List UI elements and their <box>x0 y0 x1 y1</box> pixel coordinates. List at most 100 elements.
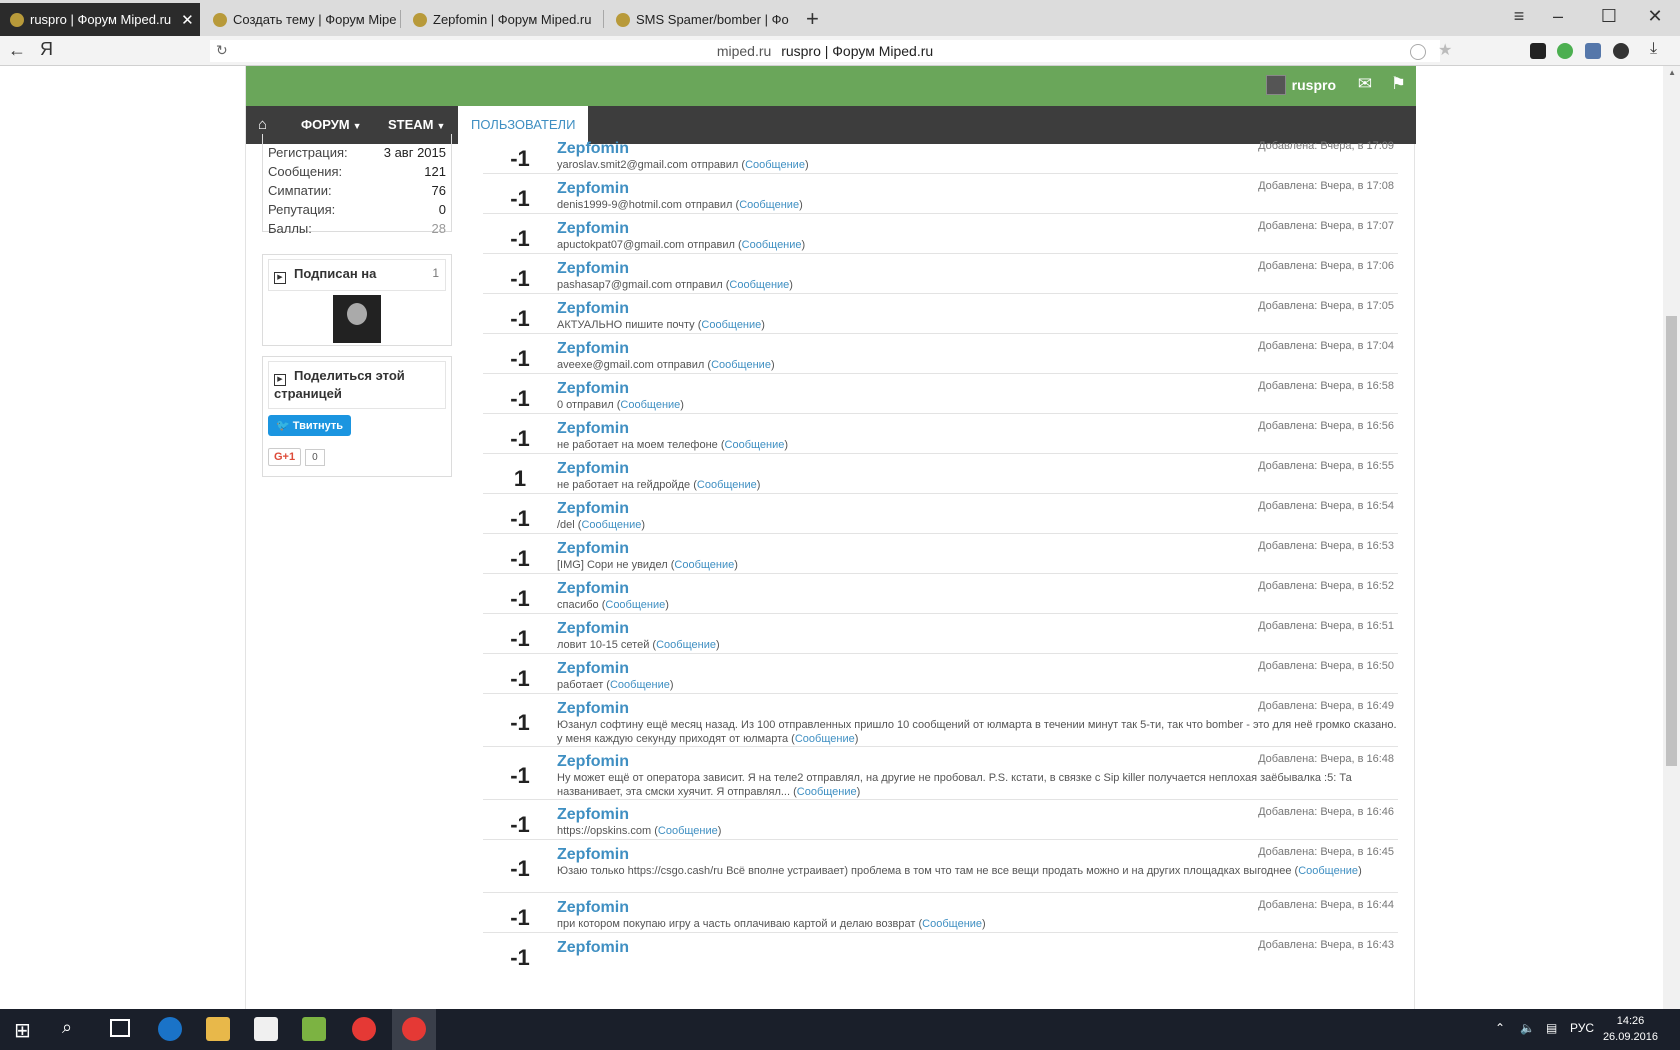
rep-post-link[interactable]: Сообщение <box>742 239 802 251</box>
rep-user-link[interactable]: Zepfomin <box>557 846 629 864</box>
tray-expand-icon[interactable]: ⌃ <box>1495 1021 1505 1035</box>
tab-sms-spamer[interactable]: SMS Spamer/bomber | Фо <box>606 3 796 36</box>
profile-stats: Регистрация: 3 авг 2015 Сообщения: 121 Сим… <box>262 134 452 236</box>
tab-zepfomin[interactable]: Zepfomin | Форум Miped.ru <box>403 3 603 36</box>
followed-user-avatar[interactable] <box>333 295 381 343</box>
tab-create-topic[interactable]: Создать тему | Форум Mipe <box>203 3 398 36</box>
rep-user-link[interactable]: Zepfomin <box>557 753 629 771</box>
stat-label: Репутация: <box>268 202 336 217</box>
download-icon[interactable]: ⤓ <box>1650 40 1657 58</box>
search-icon[interactable]: ⌕ <box>62 1017 72 1038</box>
nav-users[interactable]: ПОЛЬЗОВАТЕЛИ <box>458 106 589 144</box>
following-title: Подписан на <box>294 266 377 281</box>
close-window-icon[interactable]: ✕ <box>1640 6 1670 27</box>
edge-browser-icon[interactable] <box>158 1017 182 1041</box>
tweet-button[interactable]: 🐦 Твитнуть <box>268 415 352 436</box>
list-item: -1 Zepfomin Добавлена: Вчера, в 16:43 <box>483 939 1398 973</box>
tab-ruspro[interactable]: ruspro | Форум Miped.ru ✕ <box>0 3 200 36</box>
system-clock[interactable]: 14:26 26.09.2016 <box>1603 1013 1658 1045</box>
rep-post-link[interactable]: Сообщение <box>711 359 771 371</box>
url-field[interactable]: ↻ miped.ru ruspro | Форум Miped.ru <box>210 40 1440 62</box>
avatar <box>1265 75 1286 95</box>
envelope-icon[interactable]: ✉ <box>1358 74 1372 94</box>
new-tab-button[interactable]: + <box>806 6 819 32</box>
rep-post-link[interactable]: Сообщение <box>620 399 680 411</box>
rep-post-link[interactable]: Сообщение <box>725 439 785 451</box>
rep-user-link[interactable]: Zepfomin <box>557 660 629 678</box>
rep-post-link[interactable]: Сообщение <box>729 279 789 291</box>
rep-date: Добавлена: Вчера, в 16:46 <box>1258 806 1394 818</box>
flag-icon[interactable]: ⚑ <box>1391 74 1406 94</box>
extension-incognito-icon[interactable] <box>1585 43 1601 59</box>
rep-post-link[interactable]: Сообщение <box>605 599 665 611</box>
rep-user-link[interactable]: Zepfomin <box>557 380 629 398</box>
site-header: ruspro ✉ ⚑ <box>246 66 1416 106</box>
rep-user-link[interactable]: Zepfomin <box>557 580 629 598</box>
rep-post-link[interactable]: Сообщение <box>739 199 799 211</box>
rep-post-link[interactable]: Сообщение <box>701 319 761 331</box>
rep-user-link[interactable]: Zepfomin <box>557 620 629 638</box>
rep-post-link[interactable]: Сообщение <box>658 825 718 837</box>
volume-icon[interactable]: 🔈 <box>1520 1021 1535 1035</box>
notifications-icon[interactable]: ▤ <box>1546 1021 1557 1035</box>
site-favicon-icon <box>413 12 427 27</box>
rep-user-link[interactable]: Zepfomin <box>557 700 629 718</box>
page-scrollbar[interactable]: ▲ <box>1663 66 1680 1009</box>
stat-label: Регистрация: <box>268 145 348 160</box>
bluestacks-icon[interactable] <box>302 1017 326 1041</box>
minimize-icon[interactable]: – <box>1543 6 1573 27</box>
back-arrow-icon[interactable]: ← <box>8 40 26 61</box>
rep-date: Добавлена: Вчера, в 16:48 <box>1258 753 1394 765</box>
rep-score: -1 <box>510 386 530 411</box>
file-explorer-icon[interactable] <box>206 1017 230 1041</box>
extension-adblock-icon[interactable] <box>1530 43 1546 59</box>
rep-user-link[interactable]: Zepfomin <box>557 180 629 198</box>
store-icon[interactable] <box>254 1017 278 1041</box>
input-language[interactable]: РУС <box>1570 1021 1594 1035</box>
rep-user-link[interactable]: Zepfomin <box>557 260 629 278</box>
bookmark-star-icon[interactable]: ★ <box>1438 40 1452 60</box>
rep-user-link[interactable]: Zepfomin <box>557 420 629 438</box>
rep-post-link[interactable]: Сообщение <box>797 786 857 798</box>
rep-user-link[interactable]: Zepfomin <box>557 899 629 917</box>
scroll-thumb[interactable] <box>1666 316 1677 766</box>
extension-location-icon[interactable] <box>1613 43 1629 59</box>
rep-user-link[interactable]: Zepfomin <box>557 300 629 318</box>
rep-user-link[interactable]: Zepfomin <box>557 140 629 158</box>
rep-post-link[interactable]: Сообщение <box>795 733 855 745</box>
rep-user-link[interactable]: Zepfomin <box>557 806 629 824</box>
rep-post-link[interactable]: Сообщение <box>656 639 716 651</box>
close-tab-icon[interactable]: ✕ <box>181 11 194 29</box>
chrome-icon[interactable] <box>352 1017 376 1041</box>
maximize-icon[interactable]: ☐ <box>1594 6 1624 27</box>
yandex-browser-icon[interactable] <box>402 1017 426 1041</box>
rep-text: /del <box>557 519 575 531</box>
list-item: -1 Zepfomin 0 отправил (Сообщение) Добав… <box>483 380 1398 414</box>
yandex-logo-icon[interactable]: Я <box>40 39 53 60</box>
rep-post-link[interactable]: Сообщение <box>581 519 641 531</box>
protect-icon[interactable] <box>1410 44 1426 60</box>
rep-user-link[interactable]: Zepfomin <box>557 540 629 558</box>
gplus-button[interactable]: G+1 <box>268 448 302 466</box>
rep-user-link[interactable]: Zepfomin <box>557 939 629 957</box>
windows-start-icon[interactable]: ⊞ <box>14 1018 31 1043</box>
rep-user-link[interactable]: Zepfomin <box>557 460 629 478</box>
list-item: -1 Zepfomin работает (Сообщение) Добавле… <box>483 660 1398 694</box>
rep-post-link[interactable]: Сообщение <box>1298 865 1358 877</box>
task-view-icon[interactable] <box>110 1019 130 1037</box>
rep-score: -1 <box>510 426 530 451</box>
rep-user-link[interactable]: Zepfomin <box>557 500 629 518</box>
scroll-up-icon[interactable]: ▲ <box>1668 68 1676 77</box>
rep-message: ловит 10-15 сетей (Сообщение) <box>557 639 720 651</box>
rep-post-link[interactable]: Сообщение <box>745 159 805 171</box>
rep-post-link[interactable]: Сообщение <box>697 479 757 491</box>
nav-steam-label: STEAM <box>388 117 434 132</box>
rep-post-link[interactable]: Сообщение <box>922 918 982 930</box>
rep-user-link[interactable]: Zepfomin <box>557 220 629 238</box>
rep-user-link[interactable]: Zepfomin <box>557 340 629 358</box>
menu-icon[interactable]: ≡ <box>1504 6 1534 27</box>
rep-post-link[interactable]: Сообщение <box>674 559 734 571</box>
rep-post-link[interactable]: Сообщение <box>610 679 670 691</box>
extension-refresh-icon[interactable] <box>1557 43 1573 59</box>
user-menu[interactable]: ruspro <box>1265 75 1336 95</box>
